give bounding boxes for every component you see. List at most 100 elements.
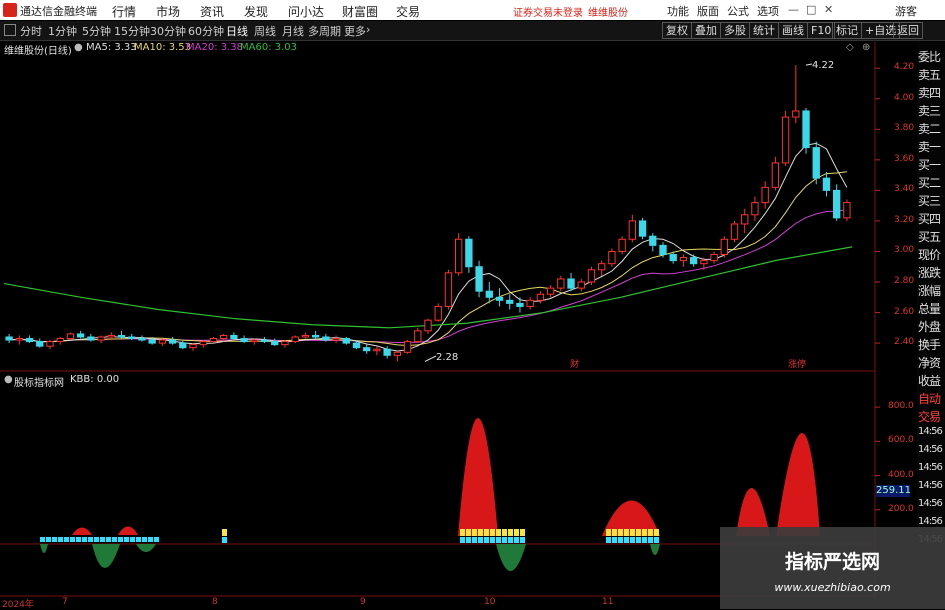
side-volume[interactable]: 总量 [918,300,945,317]
candle-body[interactable] [781,116,790,164]
candle-body[interactable] [128,336,136,340]
side-price[interactable]: 现价 [918,246,945,263]
candle-body[interactable] [506,299,514,304]
side-weibi[interactable]: 委比 [918,48,945,65]
candle-body[interactable] [700,260,708,265]
candle-body[interactable] [761,186,769,204]
candle-body[interactable] [363,347,371,352]
candle-body[interactable] [669,254,677,262]
side-earnings[interactable]: 收益 [918,372,945,389]
candle-body[interactable] [843,202,851,219]
side-change-pct[interactable]: 涨幅 [918,282,945,299]
candle-body[interactable] [516,302,524,307]
side-buy3[interactable]: 买三 [918,192,945,209]
candle-body[interactable] [158,339,167,344]
candle-body[interactable] [587,269,596,283]
candle-body[interactable] [618,238,626,252]
candle-body[interactable] [649,235,657,246]
candle-body[interactable] [741,214,749,225]
candle-body[interactable] [56,338,64,343]
limit-up-marker[interactable]: 涨停 [788,358,806,370]
candle-body[interactable] [311,334,320,338]
side-net-asset[interactable]: 净资 [918,354,945,371]
side-sell2[interactable]: 卖二 [918,120,945,137]
candle-body[interactable] [465,238,473,268]
candle-body[interactable] [15,338,23,341]
side-sell4[interactable]: 卖四 [918,84,945,101]
candle-body[interactable] [301,334,310,338]
candle-body[interactable] [260,339,269,343]
candle-body[interactable] [802,110,810,149]
side-change[interactable]: 涨跌 [918,264,945,281]
candle-body[interactable] [546,287,555,295]
candle-body[interactable] [107,334,115,338]
side-trade[interactable]: 交易 [918,408,945,425]
candle-body[interactable] [199,341,207,346]
candle-body[interactable] [475,266,483,292]
candle-body[interactable] [342,338,350,344]
candle-body[interactable] [628,220,637,240]
candle-body[interactable] [46,341,54,347]
candle-body[interactable] [710,254,718,262]
candle-body[interactable] [25,338,34,343]
candle-body[interactable] [812,147,820,179]
candle-body[interactable] [76,333,85,338]
side-sell5[interactable]: 卖五 [918,66,945,83]
candle-body[interactable] [271,341,279,346]
candle-body[interactable] [138,338,146,341]
candle-body[interactable] [822,177,831,191]
candle-body[interactable] [250,339,258,343]
candle-body[interactable] [189,344,197,349]
side-outer[interactable]: 外盘 [918,318,945,335]
candle-body[interactable] [485,290,493,298]
candle-body[interactable] [383,348,391,356]
candle-body[interactable] [148,339,156,344]
chart-canvas[interactable]: 4.22 2.28 财 涨停 [0,0,945,609]
side-sell3[interactable]: 卖三 [918,102,945,119]
candle-body[interactable] [720,238,728,256]
candle-body[interactable] [577,281,585,289]
candle-body[interactable] [598,263,606,271]
candle-body[interactable] [444,272,453,307]
side-buy4[interactable]: 买四 [918,210,945,227]
candle-body[interactable] [679,257,688,262]
candle-body[interactable] [87,336,95,341]
sub-settings-icon[interactable]: ● [4,374,13,385]
candle-body[interactable] [352,342,361,349]
candle-body[interactable] [771,162,780,188]
candle-body[interactable] [209,338,218,343]
side-sell1[interactable]: 卖一 [918,138,945,155]
candle-body[interactable] [495,296,504,301]
candle-body[interactable] [97,336,105,341]
candle-body[interactable] [332,338,340,341]
candle-body[interactable] [730,223,739,240]
candle-body[interactable] [230,334,238,340]
side-buy2[interactable]: 买二 [918,174,945,191]
side-buy5[interactable]: 买五 [918,228,945,245]
candle-body[interactable] [240,338,248,343]
candle-body[interactable] [567,278,575,289]
candle-body[interactable] [454,238,463,274]
candle-body[interactable] [291,336,299,343]
candle-body[interactable] [179,342,187,349]
candle-body[interactable] [393,351,402,356]
candle-body[interactable] [373,348,381,352]
candle-body[interactable] [322,336,330,341]
candle-body[interactable] [434,305,442,321]
candle-body[interactable] [117,334,126,338]
candle-body[interactable] [66,333,75,340]
candle-body[interactable] [424,319,432,332]
candle-body[interactable] [526,299,534,307]
candle-body[interactable] [751,202,759,216]
candle-body[interactable] [833,189,841,219]
candle-body[interactable] [689,257,698,265]
candle-body[interactable] [36,341,44,347]
candle-body[interactable] [219,334,228,340]
candle-body[interactable] [281,341,289,346]
candle-body[interactable] [536,293,545,301]
side-turnover[interactable]: 换手 [918,336,945,353]
finance-marker[interactable]: 财 [570,358,579,370]
candle-body[interactable] [638,220,647,237]
candle-body[interactable] [414,330,422,343]
candle-body[interactable] [168,339,177,344]
